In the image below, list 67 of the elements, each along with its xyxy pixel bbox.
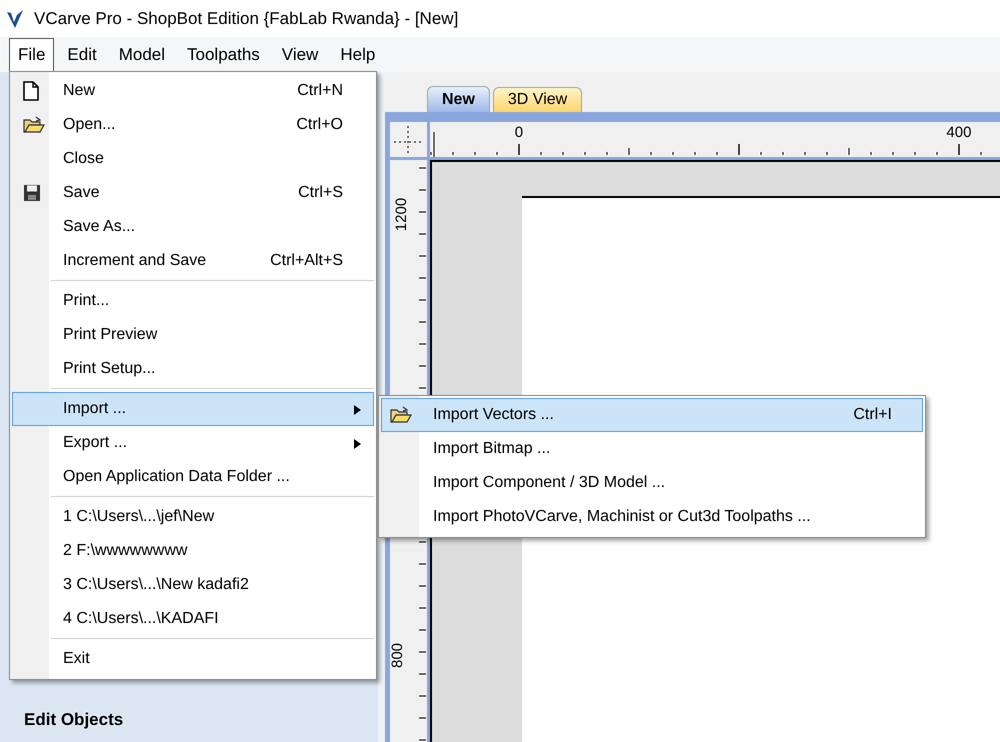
panel-heading: Edit Objects [24, 710, 124, 730]
menu-option[interactable]: Open Application Data Folder ... [12, 460, 374, 494]
menu-option[interactable]: 2 F:\wwwwwwww [12, 534, 374, 568]
submenu-arrow-icon [354, 405, 361, 415]
menu-option[interactable]: Import Component / 3D Model ... [381, 466, 923, 500]
menu-option-label: Open Application Data Folder ... [63, 468, 291, 486]
menu-option-label: Print Preview [63, 326, 158, 344]
window-title: VCarve Pro - ShopBot Edition {FabLab Rwanda} - [New] [34, 8, 458, 28]
menu-option-label: Increment and Save [63, 252, 208, 270]
menu-item[interactable]: View [272, 38, 328, 72]
menu-item[interactable]: Help [331, 38, 384, 72]
menu-option[interactable]: Print Preview [12, 318, 374, 352]
menu-option[interactable]: Import Vectors ... Ctrl+I [381, 398, 923, 432]
menu-item[interactable]: Edit [58, 38, 106, 72]
ruler-label: 0 [514, 124, 524, 141]
menu-option[interactable]: 4 C:\Users\...\KADAFI [12, 602, 374, 636]
menu-option-label: Open... [63, 116, 116, 134]
ruler-label: 800 [390, 642, 406, 668]
menu-option[interactable]: Export ... [12, 426, 374, 460]
menu-option-label: Import PhotoVCarve, Machinist or Cut3d Toolpaths ... [433, 508, 812, 526]
menu-option[interactable]: 1 C:\Users\...\jef\New [12, 500, 374, 534]
menu-option-label: Print Setup... [63, 360, 156, 378]
menu-option-label: Save [63, 184, 100, 202]
menu-option-label: 1 C:\Users\...\jef\New [63, 508, 216, 526]
menu-option-label: New [63, 82, 96, 100]
menu-option-label: 4 C:\Users\...\KADAFI [63, 610, 220, 628]
menu-item[interactable]: Toolpaths [178, 38, 269, 72]
menu-option-label: Exit [63, 650, 91, 668]
app-logo-icon [6, 8, 24, 28]
menu-option-label: Print... [63, 292, 110, 310]
menu-option-label: 2 F:\wwwwwwww [63, 542, 188, 560]
menu-option[interactable]: Print... [12, 284, 374, 318]
folder-icon [23, 116, 45, 134]
shortcut-label: Ctrl+O [296, 116, 343, 134]
menu-option[interactable]: Open... Ctrl+O [12, 108, 374, 142]
shortcut-label: Ctrl+N [297, 82, 343, 100]
shortcut-label: Ctrl+S [298, 184, 343, 202]
menu-option[interactable]: Import ... [12, 392, 374, 426]
menu-option[interactable]: 3 C:\Users\...\New kadafi2 [12, 568, 374, 602]
menu-option[interactable]: Close [12, 142, 374, 176]
menu-item[interactable]: File [9, 38, 54, 72]
menu-option[interactable]: Save Ctrl+S [12, 176, 374, 210]
page-icon [23, 81, 39, 101]
menu-option[interactable]: New Ctrl+N [12, 74, 374, 108]
view-tab[interactable]: 3D View [492, 87, 582, 112]
menu-option-label: Import Vectors ... [433, 406, 555, 424]
menu-option[interactable]: Print Setup... [12, 352, 374, 386]
shortcut-label: Ctrl+I [853, 406, 892, 424]
ruler-label: 1200 [393, 198, 410, 232]
folder-icon [390, 406, 412, 424]
menu-option-label: Import Component / 3D Model ... [433, 474, 666, 492]
menu-option-label: Import ... [63, 400, 128, 418]
menu-option-label: Save As... [63, 218, 136, 236]
menu-option-label: 3 C:\Users\...\New kadafi2 [63, 576, 250, 594]
menu-option-label: Import Bitmap ... [433, 440, 552, 458]
menu-option[interactable]: Save As... [12, 210, 374, 244]
ruler-label: 400 [946, 124, 972, 141]
menu-option[interactable]: Import PhotoVCarve, Machinist or Cut3d Toolpaths ... [381, 500, 923, 534]
submenu-arrow-icon [354, 439, 361, 449]
menu-option[interactable]: Increment and Save Ctrl+Alt+S [12, 244, 374, 278]
shortcut-label: Ctrl+Alt+S [270, 252, 343, 270]
menu-item[interactable]: Model [110, 38, 174, 72]
menu-option[interactable]: Import Bitmap ... [381, 432, 923, 466]
view-tab[interactable]: New [427, 86, 490, 112]
menu-option-label: Export ... [63, 434, 128, 452]
menu-option-label: Close [63, 150, 105, 168]
menu-option[interactable]: Exit [12, 642, 374, 676]
